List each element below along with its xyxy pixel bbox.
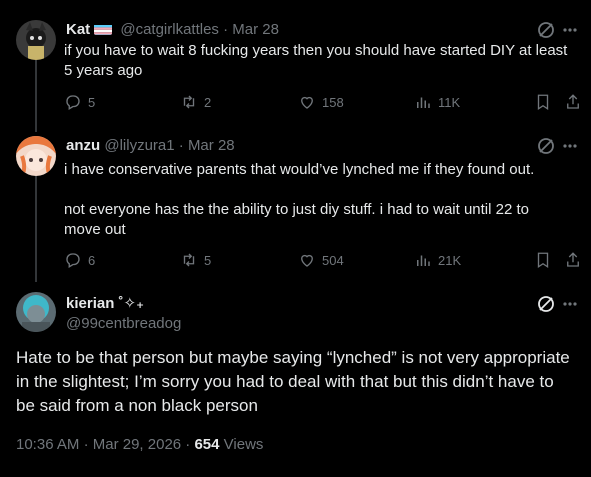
main-tweet-text: Hate to be that person but maybe saying … [16,348,570,415]
reply-count: 6 [88,252,96,268]
repost-button[interactable]: 5 [180,251,211,269]
reply-button[interactable]: 5 [64,93,95,111]
handle[interactable]: @99centbreadog [66,314,181,334]
tweet-text: i have conservative parents that would’v… [64,160,584,240]
separator: · [185,436,191,453]
tweet-header: kierian ˚✧₊ @99centbreadog [66,294,181,334]
display-name[interactable]: Kat [66,21,90,38]
tweet-anzu[interactable]: anzu @lilyzura1 · Mar 28 i have conserva… [0,128,591,278]
timestamp[interactable]: Mar 28 [188,137,235,154]
analytics-icon [417,255,430,266]
post-date[interactable]: Mar 29, 2026 [93,436,181,453]
views-button[interactable]: 21K [414,251,461,269]
tweet-text-line: 5 years ago [64,62,143,79]
separator: · [223,21,229,38]
tweet-text: if you have to wait 8 fucking years then… [64,41,584,81]
repost-button[interactable]: 2 [180,93,211,111]
more-options-icon[interactable] [562,298,578,310]
reply-button[interactable]: 6 [64,251,95,269]
separator: · [83,436,89,453]
action-bar: 6 5 504 21K [64,251,584,271]
handle[interactable]: @catgirlkattles [120,21,219,38]
views-count: 11K [438,94,461,110]
views-count: 654 [194,436,220,453]
heart-icon [301,254,313,267]
bookmark-icon[interactable] [534,93,552,111]
display-name[interactable]: anzu [66,137,100,154]
tweet-text-line: not everyone has the the ability to just… [64,201,529,218]
analytics-icon [417,97,430,108]
display-name[interactable]: kierian ˚✧₊ [66,294,181,314]
grok-icon[interactable] [536,136,556,156]
views-button[interactable]: 11K [414,93,460,111]
heart-icon [301,96,313,109]
repost-count: 2 [204,94,212,110]
share-icon[interactable] [564,251,582,269]
avatar[interactable] [16,20,56,60]
like-count: 504 [322,252,344,268]
repost-icon [183,95,195,109]
timestamp[interactable]: Mar 28 [232,21,279,38]
like-button[interactable]: 504 [298,251,344,269]
share-icon[interactable] [564,93,582,111]
tweet-text-line: move out [64,221,126,238]
repost-count: 5 [204,252,212,268]
handle[interactable]: @lilyzura1 [104,137,174,154]
like-button[interactable]: 158 [298,93,344,111]
bookmark-icon[interactable] [534,251,552,269]
tweet-text-paragraph: i have conservative parents that would’v… [64,161,535,178]
reply-icon [66,253,80,268]
repost-icon [183,253,195,267]
more-options-icon[interactable] [562,140,578,152]
grok-icon[interactable] [536,294,556,314]
views-label: Views [223,436,264,453]
action-bar: 5 2 158 11K [64,93,584,113]
separator: · [178,137,184,154]
more-options-icon[interactable] [562,24,578,36]
grok-icon[interactable] [536,20,556,40]
like-count: 158 [322,94,344,110]
views-count: 21K [438,252,462,268]
tweet-header: anzu @lilyzura1 · Mar 28 [66,136,235,156]
trans-flag-icon [94,23,113,35]
tweet-meta: 10:36 AM · Mar 29, 2026 · 654 Views [16,436,263,453]
tweet-text-line: if you have to wait 8 fucking years then… [64,42,568,59]
reply-count: 5 [88,94,96,110]
reply-icon [66,95,80,110]
tweet-kat[interactable]: Kat @catgirlkattles · Mar 28 if you have… [0,0,591,128]
tweet-header: Kat @catgirlkattles · Mar 28 [66,20,279,40]
avatar[interactable] [16,292,56,332]
avatar[interactable] [16,136,56,176]
post-time[interactable]: 10:36 AM [16,436,79,453]
